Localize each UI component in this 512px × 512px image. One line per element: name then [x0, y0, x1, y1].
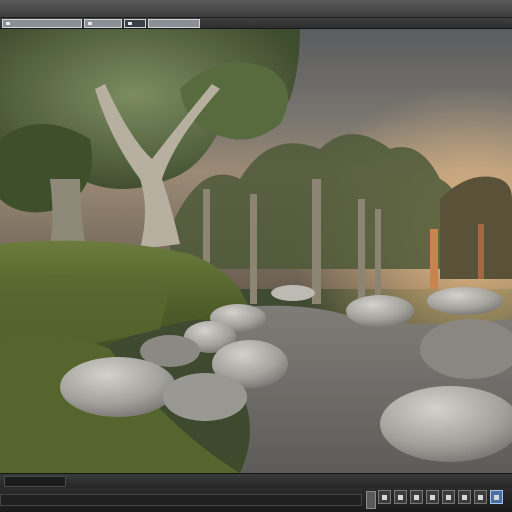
- tab-strip: [2, 19, 200, 28]
- last-frame-icon: [446, 494, 451, 500]
- scene-render: [0, 29, 512, 473]
- status-bar: [0, 473, 512, 488]
- tab-3[interactable]: [124, 19, 146, 28]
- playback-controls: [378, 490, 503, 504]
- tab-2-icon: [88, 22, 92, 25]
- time-config-button[interactable]: [474, 490, 487, 504]
- title-bar: [0, 0, 512, 18]
- tab-1-icon: [6, 22, 10, 25]
- render-viewport[interactable]: [0, 29, 512, 473]
- timeline-track[interactable]: [0, 494, 362, 506]
- play-button[interactable]: [410, 490, 423, 504]
- next-frame-button[interactable]: [426, 490, 439, 504]
- tab-4[interactable]: [148, 19, 200, 28]
- key-mode-button[interactable]: [458, 490, 471, 504]
- first-frame-icon: [382, 494, 387, 500]
- tab-3-icon: [128, 22, 132, 25]
- last-frame-button[interactable]: [442, 490, 455, 504]
- time-config-icon: [478, 494, 483, 500]
- prev-frame-icon: [398, 494, 403, 500]
- key-mode-icon: [462, 494, 467, 500]
- render-button[interactable]: [490, 490, 503, 504]
- play-icon: [414, 494, 419, 500]
- tab-1[interactable]: [2, 19, 82, 28]
- first-frame-button[interactable]: [378, 490, 391, 504]
- tab-2[interactable]: [84, 19, 122, 28]
- prev-frame-button[interactable]: [394, 490, 407, 504]
- timeline-handle[interactable]: [366, 491, 376, 509]
- timeline-bar: [0, 488, 512, 512]
- render-icon: [494, 494, 499, 500]
- status-field[interactable]: [4, 476, 66, 487]
- next-frame-icon: [430, 494, 435, 500]
